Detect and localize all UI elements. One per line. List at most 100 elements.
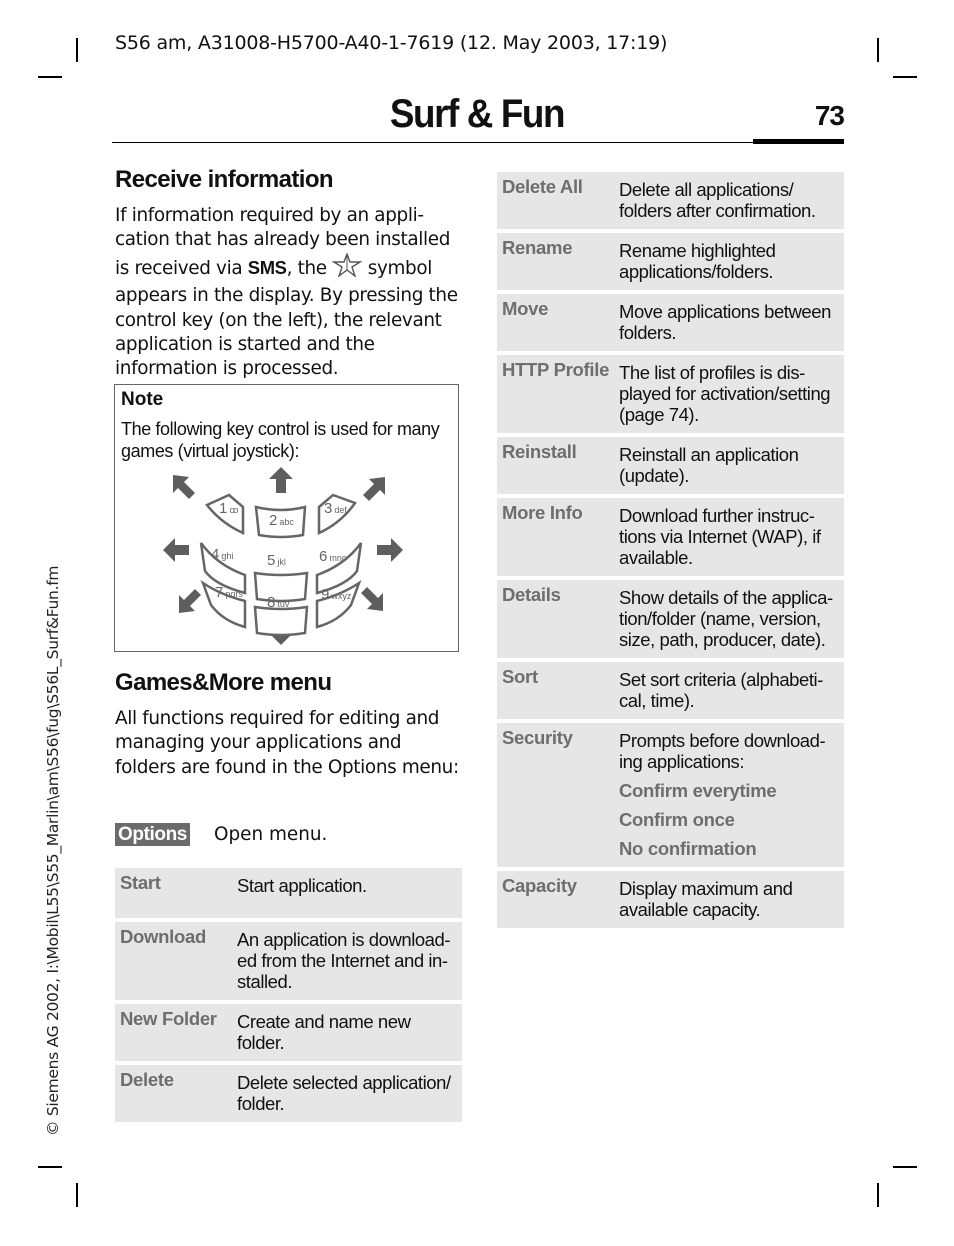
menu-option-label: Capacity (502, 875, 577, 896)
menu-option-label: Move (502, 298, 549, 319)
sub-option: Confirm once (619, 809, 735, 830)
menu-option-label: Start (120, 872, 161, 893)
menu-option-label: Details (502, 584, 561, 605)
description-text: Delete all applications/ folders after c… (619, 179, 816, 221)
arrow-down-left-icon (179, 589, 201, 613)
crop-mark (877, 38, 879, 62)
description-text: An application is download­ed from the I… (237, 929, 451, 992)
menu-option-label: Sort (502, 666, 538, 687)
games-more-text: All functions required for editing and m… (115, 708, 459, 778)
key-5 (253, 571, 309, 603)
description-text: Start application. (237, 875, 367, 896)
menu-option-label: New Folder (120, 1008, 217, 1029)
table-row: Delete Delete selected application/ folde… (115, 1065, 462, 1122)
sidebar-file-path: © Siemens AG 2002, I:\Mobil\L55\S55_Marl… (44, 565, 62, 1136)
menu-option-description: Delete all applications/ folders after c… (619, 172, 844, 229)
description-text: Rename highlighted applications/folders. (619, 240, 776, 282)
table-row: New Folder Create and name new folder. (115, 1004, 462, 1061)
arrow-up-right-icon (363, 477, 385, 501)
table-row: Capacity Display maximum and available ca… (497, 871, 844, 928)
table-row: Reinstall Reinstall an application (updat… (497, 437, 844, 494)
menu-option-label: HTTP Profile (502, 359, 610, 380)
menu-option-label: Delete All (502, 176, 583, 197)
crop-mark (76, 1183, 78, 1207)
crop-mark (893, 1166, 917, 1168)
arrow-right-icon (377, 538, 403, 562)
menu-option-description: Delete selected application/ folder. (237, 1065, 462, 1122)
description-text: Delete selected application/ folder. (237, 1072, 451, 1114)
table-row: More Info Download further instruc­tions … (497, 498, 844, 576)
table-row: Details Show details of the applica­tion/… (497, 580, 844, 658)
table-row: Rename Rename highlighted applications/fo… (497, 233, 844, 290)
key-label-6: 6 mno (319, 548, 347, 565)
menu-option-label: More Info (502, 502, 583, 523)
crop-mark (38, 1166, 62, 1168)
sub-option: Confirm everytime (619, 780, 777, 801)
table-row: Delete All Delete all applications/ folde… (497, 172, 844, 229)
menu-option-label: Download (120, 926, 206, 947)
menu-option-label: Reinstall (502, 441, 577, 462)
table-row: Move Move applications between folders. (497, 294, 844, 351)
chapter-title: Surf & Fun (389, 92, 566, 136)
menu-option-description: Prompts before download­ing applications… (619, 723, 844, 867)
menu-option-description: Download further instruc­tions via Inter… (619, 498, 844, 576)
key-label-4: 4 ghi (211, 546, 233, 563)
description-text: The list of profiles is dis­played for a… (619, 362, 831, 425)
menu-option-description: Create and name new folder. (237, 1004, 462, 1061)
table-row: Security Prompts before download­ing appl… (497, 723, 844, 867)
description-text: Move applications between folders. (619, 301, 831, 343)
menu-option-description: Reinstall an application (update). (619, 437, 844, 494)
virtual-joystick-keypad: 1 ꝏ2 abc3 def4 ghi 5 jkl 6 mno7 pqrs 8 tuv9 wxyz (163, 467, 403, 645)
page-number: 73 (814, 100, 845, 131)
options-table-left: Start Start application. Download An applic… (115, 868, 462, 1126)
menu-option-description: Set sort criteria (alphabeti­cal, time). (619, 662, 844, 719)
options-description: Open menu. (214, 824, 328, 845)
menu-option-description: Move applications between folders. (619, 294, 844, 351)
key-8 (253, 605, 309, 637)
description-text: Display maximum and available capacity. (619, 878, 793, 920)
star-icon (331, 251, 363, 284)
arrow-up-left-icon (173, 475, 195, 499)
menu-option-description: Rename highlighted applications/folders. (619, 233, 844, 290)
arrow-up-icon (269, 467, 293, 493)
description-text: Show details of the applica­tion/folder … (619, 587, 834, 650)
header-rule (112, 142, 844, 143)
crop-mark (877, 1183, 879, 1207)
section-heading-receive-information: Receive information (115, 166, 334, 193)
menu-option-description: Display maximum and available capacity. (619, 871, 844, 928)
description-text: Prompts before download­ing applications… (619, 730, 826, 772)
options-softkey[interactable]: Options (115, 823, 190, 846)
description-text: Set sort criteria (alphabeti­cal, time). (619, 669, 824, 711)
table-row: Sort Set sort criteria (alphabeti­cal, ti… (497, 662, 844, 719)
options-table-right: Delete All Delete all applications/ folde… (497, 172, 844, 932)
page-number-rule (753, 139, 844, 144)
note-box: Note The following key control is used f… (114, 384, 459, 652)
menu-option-description: The list of profiles is dis­played for a… (619, 355, 844, 433)
table-row: Download An application is download­ed fr… (115, 922, 462, 1000)
key-label-5: 5 jkl (267, 552, 286, 569)
crop-mark (76, 38, 78, 62)
receive-information-text: If information required by an appli­cati… (115, 205, 458, 380)
menu-option-description: Start application. (237, 868, 462, 904)
section-heading-games-more: Games&More menu (115, 669, 332, 696)
menu-option-label: Rename (502, 237, 573, 258)
menu-option-label: Security (502, 727, 573, 748)
sub-option: No confirmation (619, 838, 757, 859)
table-row: HTTP Profile The list of profiles is dis­… (497, 355, 844, 433)
arrow-left-icon (163, 538, 189, 562)
sub-options: Confirm everytime Confirm once No confirma… (619, 780, 840, 859)
description-text: Download further instruc­tions via Inter… (619, 505, 821, 568)
crop-mark (893, 76, 917, 78)
sms-term: SMS (247, 256, 287, 278)
document-info: S56 am, A31008-H5700-A40-1-7619 (12. May… (115, 32, 668, 54)
description-text: Create and name new folder. (237, 1011, 411, 1053)
table-row: Start Start application. (115, 868, 462, 918)
description-text: Reinstall an application (update). (619, 444, 799, 486)
menu-option-label: Delete (120, 1069, 174, 1090)
note-text: The following key control is used for ma… (121, 419, 440, 461)
arrow-down-right-icon (361, 587, 383, 611)
menu-option-description: An application is download­ed from the I… (237, 922, 462, 1000)
note-title: Note (121, 389, 164, 410)
menu-option-description: Show details of the applica­tion/folder … (619, 580, 844, 658)
crop-mark (38, 76, 62, 78)
